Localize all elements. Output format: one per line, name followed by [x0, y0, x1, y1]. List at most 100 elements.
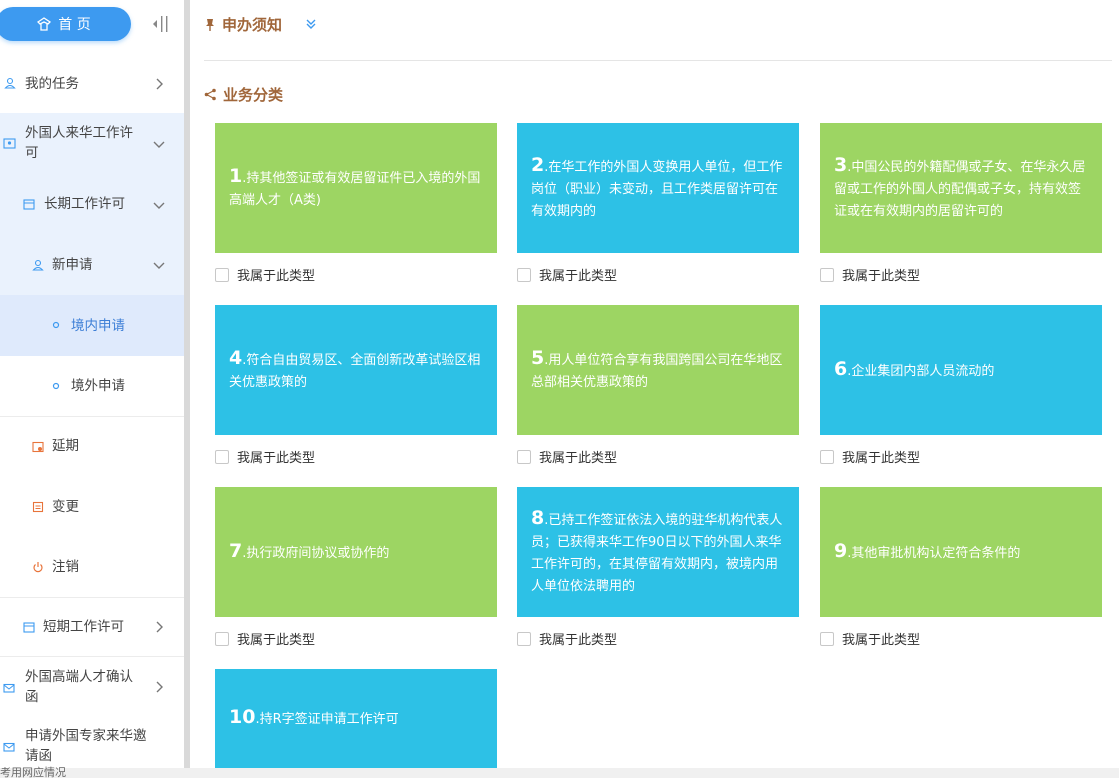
- checkbox[interactable]: [517, 631, 531, 646]
- sidebar-item-overseas-application[interactable]: 境外申请: [0, 356, 184, 416]
- card-text: .符合自由贸易区、全面创新改革试验区相关优惠政策的: [229, 352, 481, 390]
- card-text: .用人单位符合享有我国跨国公司在华地区总部相关优惠政策的: [531, 352, 783, 390]
- sidebar-item-label: 变更: [52, 499, 79, 515]
- main-content: 申办须知 业务分类 1.持其他签证或有效居留证件已入境的外国高端人才（A类) 我…: [190, 0, 1119, 778]
- chevron-down-icon: [153, 262, 165, 269]
- notice-title-text: 申办须知: [222, 16, 283, 34]
- category-card-7[interactable]: 7.执行政府间协议或协作的: [215, 487, 497, 617]
- card-number: 6: [834, 357, 848, 380]
- sidebar-item-new-application[interactable]: 新申请: [0, 235, 184, 295]
- checkbox-label: 我属于此类型: [237, 451, 316, 466]
- sidebar-item-label: 境内申请: [71, 318, 125, 334]
- collapse-sidebar-button[interactable]: [149, 13, 173, 35]
- envelope-icon: [3, 741, 15, 753]
- checkbox[interactable]: [215, 449, 229, 464]
- chevron-right-icon: [156, 621, 163, 633]
- user-icon: [32, 259, 44, 271]
- category-checkbox-3[interactable]: 我属于此类型: [820, 265, 920, 284]
- card-number: 1: [229, 164, 243, 187]
- category-card-2[interactable]: 2.在华工作的外国人变换用人单位，但工作岗位（职业）未变动，且工作类居留许可在有…: [517, 123, 799, 253]
- sidebar-item-label: 我的任务: [25, 76, 79, 92]
- dot-icon: [52, 382, 60, 390]
- share-icon: [204, 88, 217, 101]
- edit-doc-icon: [32, 501, 44, 513]
- sidebar-item-label: 延期: [52, 438, 79, 454]
- home-icon: [36, 16, 52, 32]
- card-number: 4: [229, 346, 243, 369]
- category-card-4[interactable]: 4.符合自由贸易区、全面创新改革试验区相关优惠政策的: [215, 305, 497, 435]
- sidebar-item-short-term-permit[interactable]: 短期工作许可: [0, 598, 184, 656]
- sidebar-item-long-term-permit[interactable]: 长期工作许可: [0, 174, 184, 235]
- card-text: .在华工作的外国人变换用人单位，但工作岗位（职业）未变动，且工作类居留许可在有效…: [531, 159, 783, 219]
- checkbox-label: 我属于此类型: [237, 633, 316, 648]
- checkbox-label: 我属于此类型: [539, 451, 618, 466]
- sidebar-item-domestic-application[interactable]: 境内申请: [0, 295, 184, 356]
- category-checkbox-4[interactable]: 我属于此类型: [215, 447, 315, 466]
- expand-notice-button[interactable]: [303, 16, 319, 32]
- sidebar-item-label: 境外申请: [71, 378, 125, 394]
- checkbox[interactable]: [215, 631, 229, 646]
- sidebar-item-label: 长期工作许可: [44, 196, 125, 212]
- checkbox-label: 我属于此类型: [539, 633, 618, 648]
- card-text: .企业集团内部人员流动的: [847, 363, 995, 379]
- card-text: .持R字签证申请工作许可: [255, 712, 399, 727]
- card-number: 9: [834, 539, 848, 562]
- category-checkbox-7[interactable]: 我属于此类型: [215, 629, 315, 648]
- card-text: .持其他签证或有效居留证件已入境的外国高端人才（A类): [229, 170, 481, 208]
- dot-icon: [52, 321, 60, 329]
- category-checkbox-1[interactable]: 我属于此类型: [215, 265, 315, 284]
- card-number: 3: [834, 153, 848, 176]
- calendar-icon: [23, 621, 35, 633]
- sidebar-item-label: 申请外国专家来华邀请函: [25, 728, 147, 764]
- chevron-right-icon: [156, 78, 163, 90]
- card-text: .中国公民的外籍配偶或子女、在华永久居留或工作的外国人的配偶或子女，持有效签证或…: [834, 159, 1086, 219]
- sidebar-item-cancel[interactable]: 注销: [0, 537, 184, 597]
- category-checkbox-9[interactable]: 我属于此类型: [820, 629, 920, 648]
- sidebar-item-label: 外国高端人才确认函: [25, 669, 133, 705]
- notice-section-title: 申办须知: [204, 14, 282, 35]
- checkbox[interactable]: [517, 449, 531, 464]
- category-checkbox-2[interactable]: 我属于此类型: [517, 265, 617, 284]
- checkbox[interactable]: [517, 267, 531, 282]
- chevron-down-icon: [153, 141, 165, 148]
- category-checkbox-5[interactable]: 我属于此类型: [517, 447, 617, 466]
- checkbox[interactable]: [215, 267, 229, 282]
- sidebar: 首 页 我的任务 外国人来华工作许可 长期工作许可 新申请 境内申请 境外申请 …: [0, 0, 184, 778]
- card-number: 7: [229, 539, 243, 562]
- category-checkbox-8[interactable]: 我属于此类型: [517, 629, 617, 648]
- sidebar-item-label: 外国人来华工作许可: [25, 125, 133, 161]
- category-card-10[interactable]: 10.持R字签证申请工作许可: [215, 669, 497, 768]
- sidebar-item-extension[interactable]: 延期: [0, 417, 184, 477]
- category-card-6[interactable]: 6.企业集团内部人员流动的: [820, 305, 1102, 435]
- sidebar-item-label: 新申请: [52, 257, 93, 273]
- category-card-1[interactable]: 1.持其他签证或有效居留证件已入境的外国高端人才（A类): [215, 123, 497, 253]
- calendar-icon: [23, 198, 35, 210]
- checkbox[interactable]: [820, 267, 834, 282]
- pin-icon: [204, 18, 216, 32]
- card-text: .其他审批机构认定符合条件的: [847, 545, 1021, 561]
- sidebar-item-expert-invitation[interactable]: 申请外国专家来华邀请函: [0, 717, 184, 768]
- sidebar-item-change[interactable]: 变更: [0, 477, 184, 537]
- checkbox-label: 我属于此类型: [237, 269, 316, 284]
- envelope-icon: [3, 682, 15, 694]
- card-number: 10: [229, 706, 256, 728]
- category-checkbox-6[interactable]: 我属于此类型: [820, 447, 920, 466]
- card-number: 8: [531, 506, 545, 529]
- double-chevron-down-icon: [306, 19, 316, 29]
- sidebar-item-talent-confirmation[interactable]: 外国高端人才确认函: [0, 657, 184, 717]
- category-card-5[interactable]: 5.用人单位符合享有我国跨国公司在华地区总部相关优惠政策的: [517, 305, 799, 435]
- card-text: .执行政府间协议或协作的: [242, 545, 390, 561]
- checkbox[interactable]: [820, 631, 834, 646]
- sidebar-item-label: 注销: [52, 559, 79, 575]
- checkbox[interactable]: [820, 449, 834, 464]
- category-card-9[interactable]: 9.其他审批机构认定符合条件的: [820, 487, 1102, 617]
- collapse-icon: [153, 16, 168, 32]
- home-button[interactable]: 首 页: [0, 7, 131, 41]
- category-card-8[interactable]: 8.已持工作签证依法入境的驻华机构代表人员；已获得来华工作90日以下的外国人来华…: [517, 487, 799, 617]
- sidebar-item-work-permit[interactable]: 外国人来华工作许可: [0, 113, 184, 174]
- home-label: 首 页: [58, 17, 91, 33]
- bottom-strip: 考用网应情况: [0, 766, 1119, 779]
- sidebar-item-my-tasks[interactable]: 我的任务: [0, 55, 184, 113]
- chevron-down-icon: [153, 202, 165, 209]
- category-card-3[interactable]: 3.中国公民的外籍配偶或子女、在华永久居留或工作的外国人的配偶或子女，持有效签证…: [820, 123, 1102, 253]
